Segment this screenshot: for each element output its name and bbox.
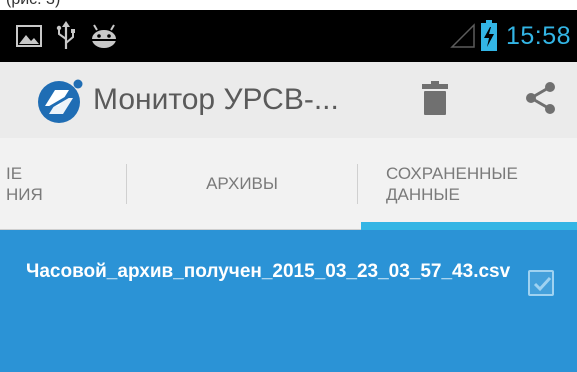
document-fragment: (рис. 3) (0, 0, 577, 10)
usb-icon (55, 10, 77, 62)
saved-files-list: Часовой_архив_получен_2015_03_23_03_57_4… (0, 230, 577, 372)
tab-archives[interactable]: АРХИВЫ (127, 138, 357, 230)
share-button[interactable] (510, 62, 570, 138)
file-checkbox[interactable] (528, 270, 554, 296)
app-screen: (рис. 3) (0, 0, 577, 372)
tab-label-line2: НИЯ (6, 185, 43, 204)
tab-label-line2: ДАННЫЕ (386, 185, 460, 204)
tab-bar: ІЕ НИЯ АРХИВЫ СОХРАНЕННЫЕ ДАННЫЕ (0, 138, 577, 230)
tab-divider (357, 164, 358, 204)
tab-label: АРХИВЫ (206, 174, 278, 193)
app-logo-icon[interactable] (35, 76, 85, 126)
status-time: 15:58 (505, 22, 571, 50)
tab-label-line1: ІЕ (6, 164, 23, 183)
tab-saved-data[interactable]: СОХРАНЕННЫЕ ДАННЫЕ (386, 138, 577, 230)
action-bar: Монитор УРСВ-... (0, 62, 577, 138)
selected-tab-indicator (361, 222, 577, 230)
signal-icon (450, 10, 476, 62)
gallery-icon (16, 10, 42, 62)
file-name: Часовой_архив_получен_2015_03_23_03_57_4… (26, 261, 511, 282)
tab-current-values[interactable]: ІЕ НИЯ (0, 138, 126, 230)
fragment-text: (рис. 3) (6, 0, 60, 9)
status-bar: 15:58 (0, 10, 577, 62)
battery-icon (480, 10, 498, 62)
app-title: Монитор УРСВ-... (93, 83, 339, 116)
share-icon (524, 81, 556, 120)
trash-icon (422, 80, 448, 120)
tab-label-line1: СОХРАНЕННЫЕ (386, 164, 518, 183)
delete-button[interactable] (405, 62, 465, 138)
list-item[interactable]: Часовой_архив_получен_2015_03_23_03_57_4… (0, 230, 577, 340)
android-debug-icon (89, 10, 119, 62)
